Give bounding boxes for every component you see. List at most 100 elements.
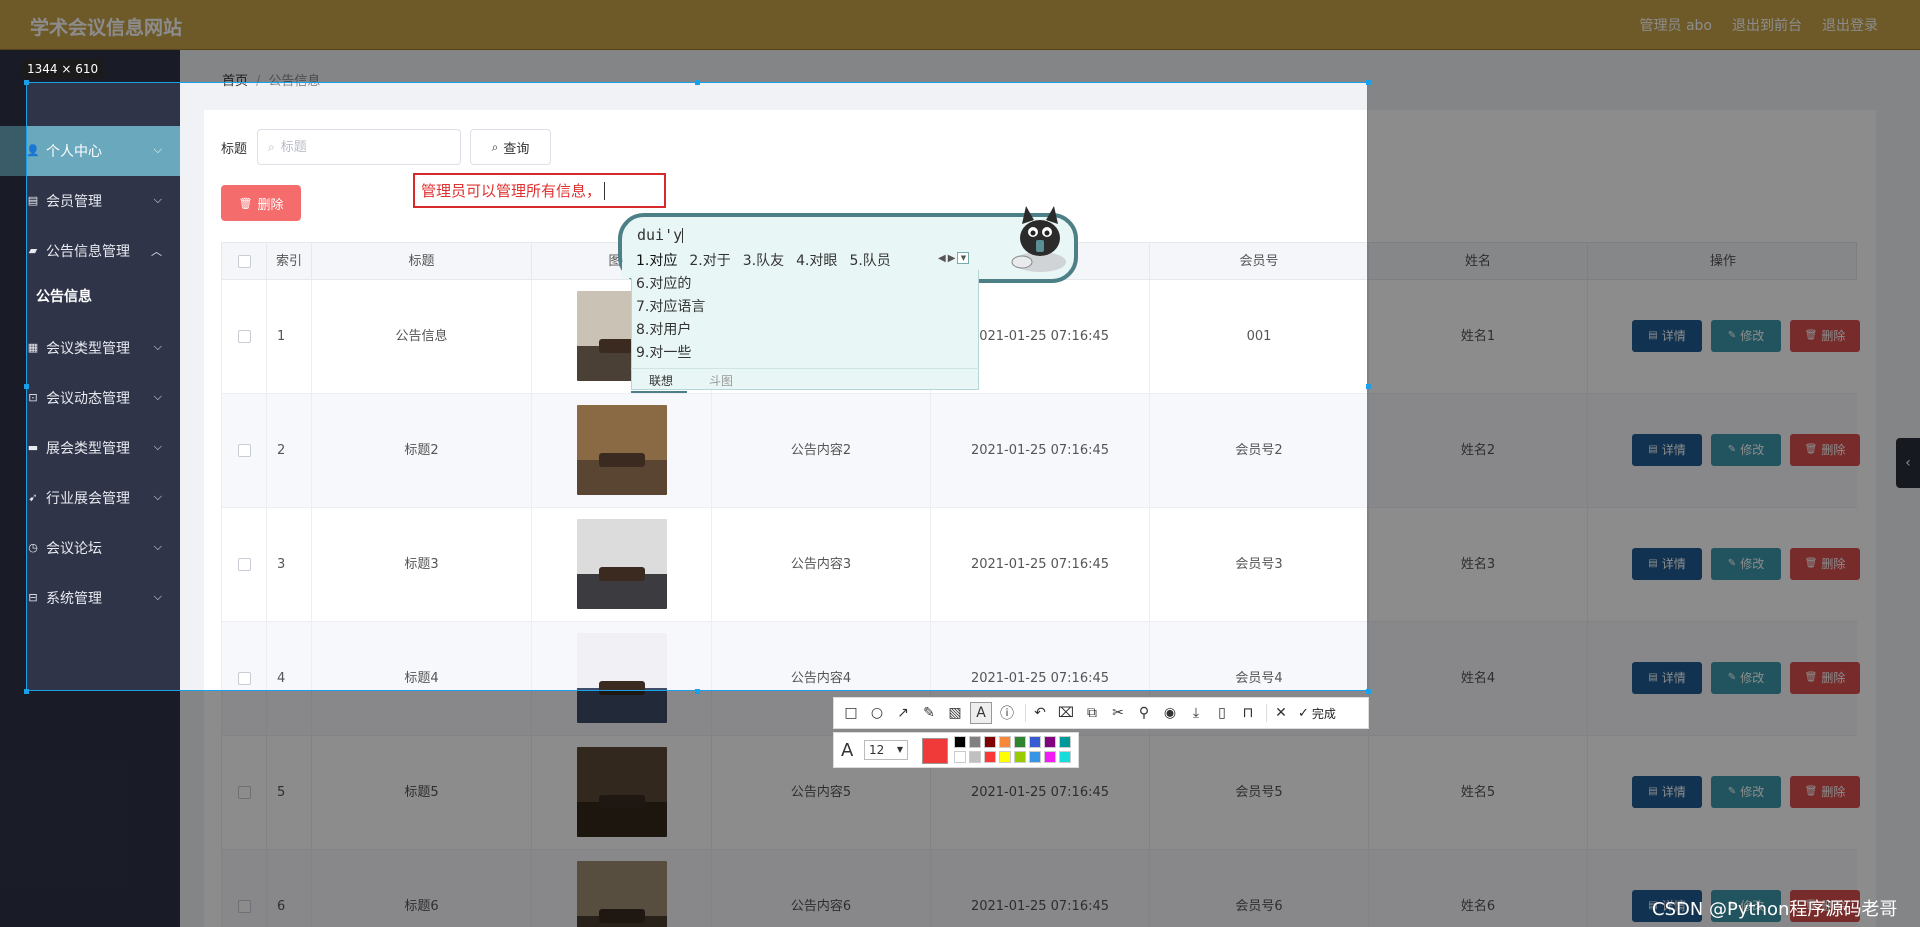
- detail-button[interactable]: ▤ 详情: [1632, 548, 1702, 580]
- ime-candidate[interactable]: 8.对用户: [636, 319, 691, 339]
- row-checkbox[interactable]: [238, 786, 251, 799]
- edit-button[interactable]: ✎ 修改: [1711, 662, 1781, 694]
- color-swatch[interactable]: [984, 751, 996, 763]
- edit-button[interactable]: ✎ 修改: [1711, 776, 1781, 808]
- select-all-checkbox[interactable]: [238, 255, 251, 268]
- number-marker-icon[interactable]: ⓘ: [996, 702, 1018, 724]
- bookmark-icon[interactable]: ⊓: [1237, 702, 1259, 724]
- ime-candidate[interactable]: 2.对于: [689, 250, 730, 270]
- ime-candidate[interactable]: 7.对应语言: [636, 296, 705, 316]
- color-swatch[interactable]: [984, 736, 996, 748]
- ime-tab-stickers[interactable]: 斗图: [709, 372, 733, 389]
- delete-button[interactable]: 🗑 删除: [1790, 662, 1860, 694]
- sidebar-toggle-tab[interactable]: ‹: [1896, 438, 1920, 488]
- color-swatch[interactable]: [999, 736, 1011, 748]
- color-swatch[interactable]: [1029, 751, 1041, 763]
- color-swatch[interactable]: [1014, 736, 1026, 748]
- logout-link[interactable]: 退出登录: [1822, 15, 1878, 35]
- undo-icon[interactable]: ↶: [1029, 702, 1051, 724]
- font-size-select[interactable]: 12 ▼: [864, 740, 908, 760]
- detail-button[interactable]: ▤ 详情: [1632, 776, 1702, 808]
- ime-expand-icon[interactable]: ▼: [957, 252, 970, 264]
- sidebar-item-personal-center[interactable]: 👤 个人中心 ⌵: [0, 126, 180, 176]
- edit-button[interactable]: ✎ 修改: [1711, 320, 1781, 352]
- pen-tool-icon[interactable]: ✎: [918, 702, 940, 724]
- delete-button[interactable]: 🗑 删除: [1790, 434, 1860, 466]
- back-to-frontend-link[interactable]: 退出到前台: [1732, 15, 1802, 35]
- row-checkbox[interactable]: [238, 330, 251, 343]
- ellipse-tool-icon[interactable]: ○: [866, 702, 888, 724]
- color-swatch[interactable]: [954, 736, 966, 748]
- ime-candidate[interactable]: 6.对应的: [636, 273, 691, 293]
- close-icon[interactable]: ✕: [1270, 702, 1292, 724]
- delete-button[interactable]: 🗑 删除: [1790, 776, 1860, 808]
- ime-candidate[interactable]: 5.队员: [849, 250, 890, 270]
- resize-handle[interactable]: [1366, 80, 1371, 85]
- delete-button[interactable]: 🗑 删除: [1790, 320, 1860, 352]
- search-field[interactable]: ⌕: [257, 129, 461, 165]
- edit-button[interactable]: ✎ 修改: [1711, 434, 1781, 466]
- current-color-swatch[interactable]: [922, 738, 948, 764]
- color-swatch[interactable]: [1029, 736, 1041, 748]
- sidebar-item-industry-expos[interactable]: ➹ 行业展会管理 ⌵: [0, 473, 180, 523]
- text-tool-icon[interactable]: A: [970, 702, 992, 724]
- scissors-icon[interactable]: ✂: [1107, 702, 1129, 724]
- ime-next-icon[interactable]: ▶: [948, 253, 956, 264]
- color-swatch[interactable]: [969, 736, 981, 748]
- sidebar-item-meeting-news[interactable]: ⊡ 会议动态管理 ⌵: [0, 373, 180, 423]
- sidebar-item-meeting-types[interactable]: ▦ 会议类型管理 ⌵: [0, 323, 180, 373]
- resize-handle[interactable]: [1366, 384, 1371, 389]
- row-checkbox[interactable]: [238, 900, 251, 913]
- detail-button[interactable]: ▤ 详情: [1632, 434, 1702, 466]
- batch-delete-button[interactable]: 🗑 删除: [221, 185, 301, 221]
- color-swatch[interactable]: [999, 751, 1011, 763]
- edit-button[interactable]: ✎ 修改: [1711, 548, 1781, 580]
- detail-button[interactable]: ▤ 详情: [1632, 662, 1702, 694]
- phone-icon[interactable]: ▯: [1211, 702, 1233, 724]
- ime-candidate[interactable]: 4.对眼: [796, 250, 837, 270]
- ime-prev-icon[interactable]: ◀: [938, 253, 946, 264]
- row-checkbox[interactable]: [238, 444, 251, 457]
- ime-candidate[interactable]: 3.队友: [743, 250, 784, 270]
- sidebar-item-members[interactable]: ▤ 会员管理 ⌵: [0, 176, 180, 226]
- done-button[interactable]: ✓ 完成: [1298, 705, 1336, 722]
- sidebar-item-expo-types[interactable]: ▬ 展会类型管理 ⌵: [0, 423, 180, 473]
- pin-icon[interactable]: ⚲: [1133, 702, 1155, 724]
- resize-handle[interactable]: [1366, 689, 1371, 694]
- color-swatch[interactable]: [1059, 736, 1071, 748]
- delete-button[interactable]: 🗑 删除: [1790, 548, 1860, 580]
- sidebar-item-forum[interactable]: ◷ 会议论坛 ⌵: [0, 523, 180, 573]
- ime-candidate[interactable]: 9.对一些: [636, 342, 691, 362]
- color-swatch[interactable]: [954, 751, 966, 763]
- rectangle-tool-icon[interactable]: □: [840, 702, 862, 724]
- arrow-tool-icon[interactable]: ↗: [892, 702, 914, 724]
- resize-handle[interactable]: [695, 689, 700, 694]
- color-swatch[interactable]: [1044, 751, 1056, 763]
- sidebar-subitem-notice-info[interactable]: 公告信息: [0, 274, 180, 318]
- record-icon[interactable]: ◉: [1159, 702, 1181, 724]
- color-swatch[interactable]: [1014, 751, 1026, 763]
- sidebar-item-notices[interactable]: ▰ 公告信息管理 ︿: [0, 226, 180, 276]
- breadcrumb-home[interactable]: 首页: [222, 74, 248, 89]
- color-swatch[interactable]: [969, 751, 981, 763]
- translate-icon[interactable]: ⧉: [1081, 702, 1103, 724]
- color-swatch[interactable]: [1044, 736, 1056, 748]
- resize-handle[interactable]: [24, 80, 29, 85]
- sidebar-item-system[interactable]: ⊟ 系统管理 ⌵: [0, 573, 180, 623]
- crop-icon[interactable]: ⌧: [1055, 702, 1077, 724]
- color-swatch[interactable]: [1059, 751, 1071, 763]
- resize-handle[interactable]: [695, 80, 700, 85]
- row-checkbox[interactable]: [238, 672, 251, 685]
- resize-handle[interactable]: [24, 384, 29, 389]
- detail-button[interactable]: ▤ 详情: [1632, 320, 1702, 352]
- resize-handle[interactable]: [24, 689, 29, 694]
- query-button[interactable]: ⌕ 查询: [470, 129, 551, 165]
- text-annotation-box[interactable]: 管理员可以管理所有信息，: [413, 173, 666, 208]
- admin-user-link[interactable]: 管理员 abo: [1640, 15, 1712, 35]
- row-checkbox[interactable]: [238, 558, 251, 571]
- ime-tab-association[interactable]: 联想: [631, 372, 688, 393]
- mosaic-tool-icon[interactable]: ▧: [944, 702, 966, 724]
- download-icon[interactable]: ⤓: [1185, 702, 1207, 724]
- search-input[interactable]: [280, 139, 441, 155]
- ime-candidate[interactable]: 1.对应: [636, 250, 677, 270]
